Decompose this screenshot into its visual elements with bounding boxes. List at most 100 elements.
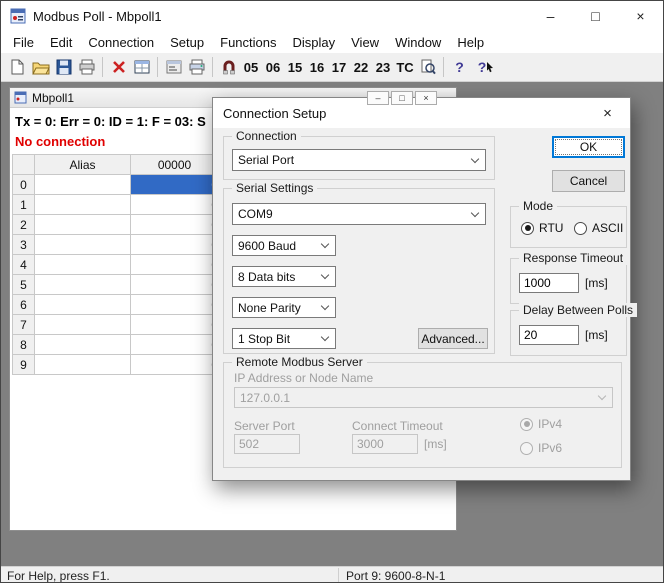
chevron-down-icon (471, 208, 479, 216)
advanced-button-label: Advanced... (421, 332, 484, 346)
find-button[interactable] (416, 56, 439, 79)
value-cell-selected[interactable]: 0 (131, 175, 219, 195)
close-icon: × (423, 94, 428, 103)
alias-cell[interactable] (35, 275, 131, 295)
document-minimize-button[interactable]: – (367, 91, 389, 105)
cancel-button[interactable]: Cancel (552, 170, 625, 192)
value-cell[interactable]: 0 (131, 275, 219, 295)
alias-cell[interactable] (35, 335, 131, 355)
grid-row: 2 0 (13, 215, 219, 235)
context-help-button[interactable]: ? (471, 56, 501, 79)
register-grid: Alias 00000 0 0 1 0 2 0 3 0 (12, 154, 219, 375)
menu-help[interactable]: Help (449, 31, 492, 53)
radio-unselected-disabled-icon (520, 442, 533, 455)
value-cell[interactable]: 0 (131, 215, 219, 235)
connection-status-message: No connection (15, 134, 105, 149)
minimize-button[interactable]: – (528, 1, 573, 31)
value-cell[interactable]: 0 (131, 195, 219, 215)
remote-modbus-server-group: Remote Modbus Server IP Address or Node … (223, 362, 622, 468)
ascii-radio[interactable]: ASCII (574, 221, 623, 235)
menu-display[interactable]: Display (285, 31, 344, 53)
grid-row: 9 0 (13, 355, 219, 375)
value-cell[interactable]: 0 (131, 295, 219, 315)
advanced-button[interactable]: Advanced... (418, 328, 488, 349)
function-05-button[interactable]: 05 (240, 60, 262, 75)
modbus-poll-window: Modbus Poll - Mbpoll1 – □ × File Edit Co… (0, 0, 664, 583)
chevron-down-icon (321, 302, 329, 310)
menu-connection[interactable]: Connection (80, 31, 162, 53)
alias-cell[interactable] (35, 175, 131, 195)
test-center-button[interactable]: TC (394, 60, 416, 75)
delay-between-polls-unit: [ms] (585, 328, 608, 342)
delay-between-polls-input[interactable] (519, 325, 579, 345)
stop-bits-combobox[interactable]: 1 Stop Bit (232, 328, 336, 349)
dialog-close-button[interactable]: × (585, 98, 630, 128)
alias-cell[interactable] (35, 255, 131, 275)
ok-button[interactable]: OK (552, 136, 625, 158)
value-cell[interactable]: 0 (131, 255, 219, 275)
close-button[interactable]: × (618, 1, 663, 31)
new-button[interactable] (6, 56, 29, 79)
alias-cell[interactable] (35, 235, 131, 255)
data-bits-combobox[interactable]: 8 Data bits (232, 266, 336, 287)
minimize-icon: – (375, 94, 380, 103)
serial-port-value: COM9 (238, 207, 273, 221)
status-help-text: For Help, press F1. (7, 569, 110, 583)
row-number: 7 (13, 315, 35, 335)
document-close-button[interactable]: × (415, 91, 437, 105)
menu-view[interactable]: View (343, 31, 387, 53)
document-window-controls: – □ × (367, 91, 437, 105)
menu-file[interactable]: File (5, 31, 42, 53)
status-port-text: Port 9: 9600-8-N-1 (346, 569, 445, 583)
read-write-definition-button[interactable] (162, 56, 185, 79)
menu-functions[interactable]: Functions (212, 31, 284, 53)
disconnect-button[interactable] (107, 56, 130, 79)
function-23-button[interactable]: 23 (372, 60, 394, 75)
toolbar-separator (157, 57, 158, 77)
help-button[interactable]: ? (448, 56, 471, 79)
chevron-down-icon (321, 271, 329, 279)
alias-cell[interactable] (35, 315, 131, 335)
alias-cell[interactable] (35, 215, 131, 235)
connection-group-label: Connection (232, 129, 301, 143)
parity-value: None Parity (238, 301, 301, 315)
communication-traffic-button[interactable] (185, 56, 208, 79)
serial-port-combobox[interactable]: COM9 (232, 203, 486, 225)
document-maximize-button[interactable]: □ (391, 91, 413, 105)
baud-rate-combobox[interactable]: 9600 Baud (232, 235, 336, 256)
display-setup-button[interactable] (130, 56, 153, 79)
alias-cell[interactable] (35, 355, 131, 375)
connection-type-combobox[interactable]: Serial Port (232, 149, 486, 171)
radio-selected-icon (521, 222, 534, 235)
menu-window[interactable]: Window (387, 31, 449, 53)
connect-button[interactable] (217, 56, 240, 79)
alias-cell[interactable] (35, 295, 131, 315)
grid-header-value: 00000 (131, 155, 219, 175)
value-cell[interactable]: 0 (131, 315, 219, 335)
function-22-button[interactable]: 22 (350, 60, 372, 75)
value-cell[interactable]: 0 (131, 355, 219, 375)
rtu-radio[interactable]: RTU (521, 221, 563, 235)
function-06-button[interactable]: 06 (262, 60, 284, 75)
menu-edit[interactable]: Edit (42, 31, 80, 53)
response-timeout-input[interactable] (519, 273, 579, 293)
maximize-button[interactable]: □ (573, 1, 618, 31)
function-16-button[interactable]: 16 (306, 60, 328, 75)
value-cell[interactable]: 0 (131, 235, 219, 255)
value-cell[interactable]: 0 (131, 335, 219, 355)
radio-selected-disabled-icon (520, 418, 533, 431)
save-button[interactable] (52, 56, 75, 79)
data-bits-value: 8 Data bits (238, 270, 295, 284)
alias-cell[interactable] (35, 195, 131, 215)
function-15-button[interactable]: 15 (284, 60, 306, 75)
find-icon (420, 59, 436, 75)
open-button[interactable] (29, 56, 52, 79)
chevron-down-icon (321, 240, 329, 248)
ipv4-radio-label: IPv4 (538, 417, 562, 431)
parity-combobox[interactable]: None Parity (232, 297, 336, 318)
print-button[interactable] (75, 56, 98, 79)
function-17-button[interactable]: 17 (328, 60, 350, 75)
menu-setup[interactable]: Setup (162, 31, 212, 53)
toolbar-separator (443, 57, 444, 77)
remote-modbus-server-group-label: Remote Modbus Server (232, 355, 367, 369)
